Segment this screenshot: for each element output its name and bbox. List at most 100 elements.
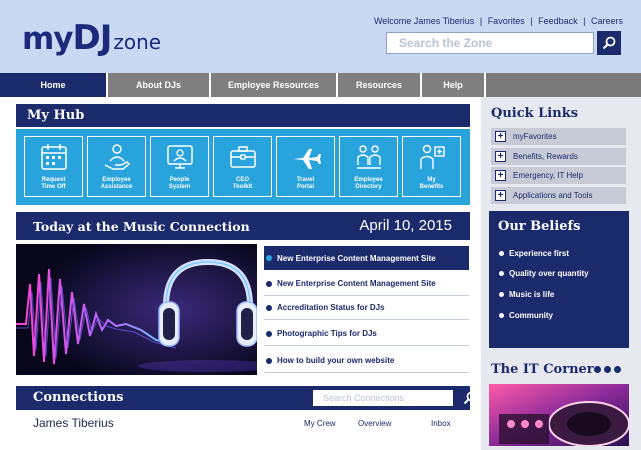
nav-help[interactable]: Help (422, 73, 486, 97)
plus-icon: + (495, 151, 506, 162)
nav-resources[interactable]: Resources (338, 73, 422, 97)
tile-label-line1: People (169, 177, 190, 183)
bullet-icon (499, 292, 504, 297)
logo-my: my (22, 21, 74, 57)
tile-employee-directory[interactable]: Employee Directory (339, 136, 398, 197)
calendar-icon (41, 144, 67, 170)
hero-headphones-image[interactable] (16, 244, 257, 375)
tile-label-line2: Benefits (419, 184, 444, 190)
careers-link[interactable]: Careers (591, 16, 623, 26)
quick-link-label: Applications and Tools (513, 191, 593, 200)
tile-label-line2: Portal (296, 184, 314, 190)
main-nav: Home About DJs Employee Resources Resour… (0, 73, 641, 97)
tile-request-time-off[interactable]: Request Time Off (24, 136, 83, 197)
logo-dj: DJ (72, 18, 113, 58)
tile-label-line1: Employee (102, 177, 131, 183)
tile-label: CEO Toolkit (214, 177, 271, 191)
mydjzone-logo[interactable]: myDJ zone (22, 18, 161, 58)
separator: | (583, 16, 586, 26)
it-corner-more-icon[interactable] (594, 366, 621, 373)
bullet-icon (266, 255, 272, 261)
it-corner-image[interactable] (489, 384, 629, 446)
connections-search-button[interactable] (457, 389, 483, 407)
search-zone-input[interactable] (386, 32, 594, 54)
welcome-text: Welcome James Tiberius (373, 16, 475, 26)
feedback-link[interactable]: Feedback (538, 16, 578, 26)
tile-label-line2: System (168, 184, 191, 190)
tile-label: Employee Directory (340, 177, 397, 191)
news-item[interactable]: Photographic Tips for DJs (264, 322, 469, 346)
separator: | (530, 16, 533, 26)
quick-link-label: myFavorites (513, 132, 557, 141)
my-crew-link[interactable]: My Crew (304, 419, 336, 428)
bullet-icon (266, 280, 272, 287)
tile-label-line1: My (427, 177, 436, 183)
quick-link-item[interactable]: + Applications and Tools (491, 187, 626, 204)
belief-label: Community (509, 311, 553, 320)
connection-user-name: James Tiberius (33, 416, 114, 430)
today-bar: Today at the Music Connection April 10, … (16, 212, 470, 240)
search-button[interactable] (597, 31, 621, 55)
belief-item: Experience first (499, 249, 569, 258)
nav-home[interactable]: Home (0, 73, 108, 97)
news-item-label: How to build your own website (277, 356, 395, 365)
tile-label-line1: Employee (354, 177, 383, 183)
directory-icon (357, 145, 381, 169)
tile-employee-assistance[interactable]: Employee Assistance (87, 136, 146, 197)
quick-link-item[interactable]: + Emergency, IT Help (491, 167, 626, 184)
tile-label-line2: Toolkit (232, 184, 253, 190)
news-item[interactable]: New Enterprise Content Management Site (264, 246, 469, 270)
belief-item: Music is life (499, 290, 554, 299)
search-connections-input[interactable] (313, 390, 453, 406)
tile-ceo-toolkit[interactable]: CEO Toolkit (213, 136, 272, 197)
top-links: Welcome James Tiberius | Favorites | Fee… (374, 16, 623, 26)
plus-icon: + (495, 131, 506, 142)
tile-label-line1: Request (41, 177, 66, 183)
tile-label: My Benefits (403, 177, 460, 191)
benefits-icon (420, 144, 445, 169)
connections-title: Connections (33, 390, 124, 405)
header: myDJ zone Welcome James Tiberius | Favori… (0, 0, 641, 73)
news-item-label: Accreditation Status for DJs (277, 303, 385, 312)
tile-my-benefits[interactable]: My Benefits (402, 136, 461, 197)
overview-link[interactable]: Overview (358, 419, 391, 428)
search-icon (602, 36, 616, 50)
beliefs-title: Our Beliefs (498, 219, 581, 234)
news-item-label: Photographic Tips for DJs (277, 329, 377, 338)
favorites-link[interactable]: Favorites (488, 16, 525, 26)
plus-icon: + (495, 190, 506, 201)
news-item[interactable]: How to build your own website (264, 349, 469, 373)
myhub-title: My Hub (16, 104, 470, 127)
bullet-icon (266, 304, 272, 311)
belief-label: Experience first (509, 249, 570, 258)
tile-label-line1: CEO (235, 177, 249, 183)
news-item-label: New Enterprise Content Management Site (277, 253, 436, 263)
tile-people-system[interactable]: People System (150, 136, 209, 197)
inbox-link[interactable]: Inbox (431, 419, 451, 428)
news-item[interactable]: New Enterprise Content Management Site (264, 272, 469, 296)
quick-link-item[interactable]: + Benefits, Rewards (491, 148, 626, 165)
quick-links-title: Quick Links (491, 106, 579, 121)
bullet-icon (499, 271, 504, 276)
nav-about-djs[interactable]: About DJs (108, 73, 211, 97)
quick-link-item[interactable]: + myFavorites (491, 128, 626, 145)
tile-label-line1: Travel (296, 177, 315, 183)
tile-label: People System (151, 177, 208, 191)
tile-label-line2: Assistance (100, 184, 133, 190)
myhub-tiles: Request Time Off Employee Assistance Peopl… (16, 129, 470, 205)
tile-label-line2: Time Off (41, 184, 66, 190)
connections-bar: Connections (16, 386, 477, 410)
tile-label: Request Time Off (25, 177, 82, 191)
belief-item: Community (499, 311, 553, 320)
news-item[interactable]: Accreditation Status for DJs (264, 296, 469, 320)
tile-travel-portal[interactable]: Travel Portal (276, 136, 335, 197)
it-corner-title: The IT Corner (491, 362, 594, 377)
dot (594, 366, 601, 373)
people-system-icon (167, 145, 193, 169)
belief-item: Quality over quantity (499, 269, 589, 278)
dot (604, 366, 611, 373)
airplane-icon (293, 149, 321, 169)
logo-zone: zone (113, 30, 162, 54)
nav-employee-resources[interactable]: Employee Resources (211, 73, 338, 97)
plus-icon: + (495, 170, 506, 181)
